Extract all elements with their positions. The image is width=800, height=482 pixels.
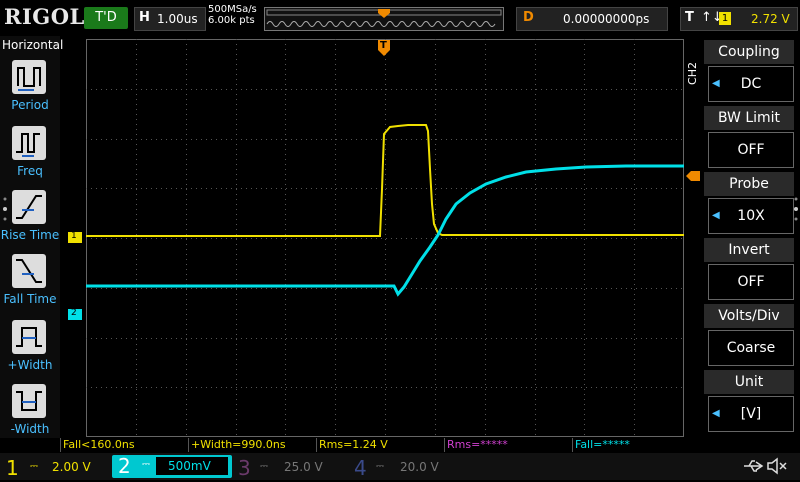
ch4-status[interactable]: 4 ⎓ 20.0 V <box>352 455 456 480</box>
menu-option-4[interactable]: Coarse <box>708 330 794 366</box>
rise-time-icon <box>12 190 46 224</box>
menu-option-5[interactable]: ◀ [V] <box>708 396 794 432</box>
delay-value: 0.00000000ps <box>563 12 650 26</box>
menu-title-5: Unit <box>704 370 794 394</box>
ch2-scale: 500mV <box>168 459 211 473</box>
measure-fall-time-button[interactable]: Fall Time <box>0 254 60 316</box>
menu-option-value-1: OFF <box>737 142 765 158</box>
measurement-4: Rms=***** <box>444 438 571 452</box>
ch3-status[interactable]: 3 ⎓ 25.0 V <box>236 455 340 480</box>
measure-neg-width-label: -Width <box>10 422 50 436</box>
menu-option-0[interactable]: ◀ DC <box>708 66 794 102</box>
menu-option-value-2: 10X <box>737 208 765 224</box>
timebase-value: 1.00us <box>157 12 198 26</box>
timebase-box[interactable]: H 1.00us <box>134 7 206 31</box>
menu-option-3[interactable]: OFF <box>708 264 794 300</box>
freq-icon <box>12 126 46 160</box>
measure-freq-button[interactable]: Freq <box>0 126 60 188</box>
memory-depth: 6.00k pts <box>208 15 255 26</box>
left-scroll-indicator <box>3 196 7 226</box>
ch1-status[interactable]: 1 ⎓ 2.00 V <box>2 455 106 480</box>
ch1-number: 1 <box>6 456 19 480</box>
ch3-coupling-icon: ⎓ <box>260 461 268 472</box>
ch1-coupling-icon: ⎓ <box>30 461 38 472</box>
trigger-source: 1 <box>719 12 731 25</box>
period-icon <box>12 60 46 94</box>
delay-key: D <box>523 10 534 25</box>
usb-icon <box>742 458 764 478</box>
measure-pos-width-button[interactable]: +Width <box>0 320 60 382</box>
ch4-number: 4 <box>354 456 367 480</box>
run-status-badge[interactable]: T'D <box>84 7 128 29</box>
channel-tag: CH2 <box>686 62 699 85</box>
menu-title-3: Invert <box>704 238 794 262</box>
trigger-position-marker[interactable]: T <box>378 40 390 56</box>
ch4-scale: 20.0 V <box>400 460 439 474</box>
trigger-level: 2.72 V <box>751 12 790 26</box>
menu-option-value-0: DC <box>740 76 762 92</box>
measure-rise-time-button[interactable]: Rise Time <box>0 190 60 252</box>
measure-pos-width-label: +Width <box>7 358 53 372</box>
trigger-box[interactable]: T ↑↓ 1 2.72 V <box>680 7 798 31</box>
waveform-display[interactable] <box>86 39 684 437</box>
menu-option-value-5: [V] <box>740 406 762 422</box>
timebase-key: H <box>139 10 150 25</box>
ch2-number: 2 <box>118 454 131 478</box>
measure-period-button[interactable]: Period <box>0 60 60 122</box>
ch1-offset-marker[interactable]: 1 <box>68 231 82 243</box>
menu-title-1: BW Limit <box>704 106 794 130</box>
menu-option-value-4: Coarse <box>726 340 776 356</box>
speaker-muted-icon[interactable] <box>766 457 788 479</box>
measure-rise-time-label: Rise Time <box>0 228 60 242</box>
ch1-marker-label: 1 <box>71 231 77 241</box>
delay-box[interactable]: D 0.00000000ps <box>516 7 668 31</box>
waveform-overview-icon <box>266 9 502 27</box>
menu-title-4: Volts/Div <box>704 304 794 328</box>
measurement-1: Fall<160.0ns <box>60 438 187 452</box>
ch2-marker-label: 2 <box>71 308 77 318</box>
fall-time-icon <box>12 254 46 288</box>
menu-title-2: Probe <box>704 172 794 196</box>
acquisition-info: 500MSa/s 6.00k pts <box>208 4 257 26</box>
measure-neg-width-button[interactable]: -Width <box>0 384 60 446</box>
measure-freq-label: Freq <box>17 164 43 178</box>
brand-logo: RIGOL <box>4 4 85 29</box>
trigger-key: T <box>685 10 694 25</box>
pos-width-icon <box>12 320 46 354</box>
ch2-offset-marker[interactable]: 2 <box>68 308 82 320</box>
horizontal-menu-title: Horizontal <box>2 38 64 52</box>
ch3-scale: 25.0 V <box>284 460 323 474</box>
graticule <box>86 39 684 437</box>
ch2-status[interactable]: 2 ⎓ 500mV <box>112 454 232 478</box>
menu-arrow-icon: ◀ <box>712 210 720 221</box>
measure-period-label: Period <box>11 98 49 112</box>
neg-width-icon <box>12 384 46 418</box>
ch1-scale: 2.00 V <box>52 460 91 474</box>
measurement-2: +Width=990.0ns <box>188 438 315 452</box>
ch3-number: 3 <box>238 456 251 480</box>
menu-option-value-3: OFF <box>737 274 765 290</box>
ch4-coupling-icon: ⎓ <box>376 461 384 472</box>
measurement-5: Fall=***** <box>572 438 699 452</box>
ch2-coupling-icon: ⎓ <box>142 459 150 470</box>
menu-arrow-icon: ◀ <box>712 78 720 89</box>
trigger-level-marker[interactable] <box>686 166 700 185</box>
menu-arrow-icon: ◀ <box>712 408 720 419</box>
right-scroll-indicator <box>794 196 798 226</box>
trigger-marker-label: T <box>380 40 387 51</box>
menu-option-1[interactable]: OFF <box>708 132 794 168</box>
sample-rate: 500MSa/s <box>208 4 257 15</box>
menu-option-2[interactable]: ◀ 10X <box>708 198 794 234</box>
measurement-3: Rms=1.24 V <box>316 438 443 452</box>
menu-title-0: Coupling <box>704 40 794 64</box>
memory-position-bar[interactable] <box>264 7 504 31</box>
measure-fall-time-label: Fall Time <box>3 292 57 306</box>
